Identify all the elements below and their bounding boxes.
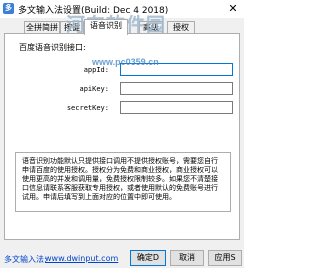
apikey-field[interactable] [120,82,233,95]
button-bar: 多文输入法: www.dwinput.com 确定D 取消 应用S [0,244,244,268]
apply-button[interactable]: 应用S [208,250,242,266]
close-icon[interactable]: ✕ [226,2,240,16]
secretkey-field[interactable] [120,101,233,114]
watermark-url: www.pc0359.cn [92,57,159,67]
section-label: 百度语音识别接口: [19,43,86,52]
cancel-button[interactable]: 取消 [170,250,204,266]
appid-label: appId: [83,66,109,74]
app-icon: 多 [3,3,14,14]
homepage-link[interactable]: www.dwinput.com [45,254,118,263]
settings-window: 多 多文输入法设置(Build: Dec 4 2018) ✕ 全拼简拼 按键 语… [0,0,244,268]
tab-strip: 全拼简拼 按键 语音识别 高级 授权 [4,19,240,35]
secretkey-label: secretKey: [66,104,109,112]
apikey-label: apiKey: [79,85,109,93]
homepage-label: 多文输入法: [4,255,47,264]
tab-voice[interactable]: 语音识别 [84,19,128,35]
info-note: 语音识别功能默认只提供接口调用不提供授权账号，需要您自行申请百度的使用授权。授权… [15,152,231,212]
ok-button[interactable]: 确定D [130,250,166,266]
